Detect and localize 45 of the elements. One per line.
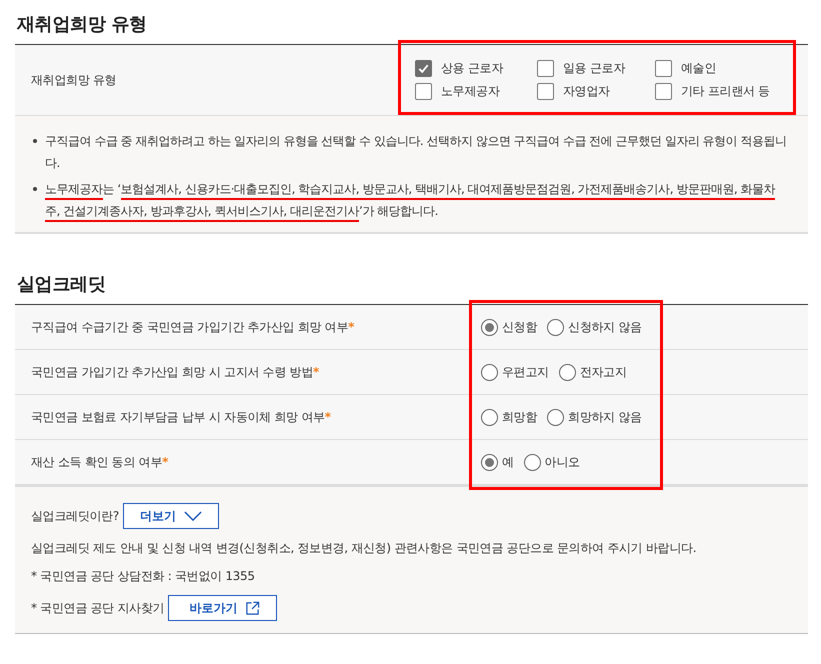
checkbox-icon[interactable]: [655, 60, 672, 77]
info-text: 실업크레딧이란?: [31, 508, 119, 524]
radio-icon[interactable]: [524, 454, 541, 470]
checkbox-option[interactable]: 예술인: [655, 60, 785, 77]
radio-option[interactable]: 전자고지: [558, 364, 627, 380]
radio-icon[interactable]: [481, 408, 498, 426]
radio-icon[interactable]: [547, 318, 564, 336]
checkbox-option[interactable]: 노무제공자: [415, 83, 537, 100]
radio-option[interactable]: 신청함: [481, 318, 538, 336]
checkbox-icon[interactable]: [537, 60, 554, 77]
go-button[interactable]: 바로가기: [168, 595, 278, 621]
radio-icon[interactable]: [481, 364, 498, 380]
checked-checkbox-icon[interactable]: [415, 60, 432, 77]
info-text: * 국민연금 공단 지사찾기: [31, 600, 164, 616]
field-label: 재취업희망 유형: [30, 72, 118, 88]
info-text: * 국민연금 공단 상담전화 : 국번없이 1355: [31, 568, 256, 585]
selected-radio-icon[interactable]: [481, 454, 498, 470]
selected-radio-icon[interactable]: [481, 318, 498, 336]
external-link-icon: [245, 600, 260, 616]
question-label: 재산 소득 확인 동의 여부*: [30, 454, 170, 470]
checkbox-option[interactable]: 상용 근로자: [415, 60, 537, 77]
note-text: 노무제공자는 ‘보험설계사, 신용카드·대출모집인, 학습지교사, 방문교사, 택배기사, 대여제품방문점검원, 가전제품배송기사, 방문판매원, 화물차주, 건설기계종사자, 방과후강사, 퀵서비스기사, 대리운전기사’가 해당합니다.: [45, 178, 788, 222]
bullet-icon: [33, 187, 37, 191]
checkbox-option[interactable]: 일용 근로자: [537, 60, 655, 77]
note-text: 구직급여 수급 중 재취업하려고 하는 일자리의 유형을 선택할 수 있습니다. 선택하지 않으면 구직급여 수급 전에 근무했던 일자리 유형이 적용됩니다.: [45, 133, 788, 172]
radio-icon[interactable]: [558, 364, 576, 380]
question-label: 국민연금 가입기간 추가산입 희망 시 고지서 수령 방법*: [30, 364, 320, 380]
radio-option[interactable]: 우편고지: [481, 364, 549, 380]
radio-icon[interactable]: [547, 408, 564, 426]
radio-option[interactable]: 신청하지 않음: [547, 318, 642, 336]
question-label: 구직급여 수급기간 중 국민연금 가입기간 추가산입 희망 여부*: [30, 318, 356, 336]
radio-option[interactable]: 예: [481, 454, 514, 470]
radio-option[interactable]: 희망함: [481, 408, 538, 426]
checkbox-option[interactable]: 기타 프리랜서 등: [655, 83, 785, 100]
more-button[interactable]: 더보기: [122, 503, 219, 529]
checkbox-icon[interactable]: [537, 83, 554, 100]
checkbox-option[interactable]: 자영업자: [537, 83, 655, 100]
radio-option[interactable]: 희망하지 않음: [547, 408, 642, 426]
chevron-down-icon: [184, 510, 202, 522]
checkbox-icon[interactable]: [655, 83, 672, 100]
checkbox-icon[interactable]: [415, 83, 432, 100]
info-text: 실업크레딧 제도 안내 및 신청 내역 변경(신청취소, 정보변경, 재신청) 관련사항은 국민연금 공단으로 문의하여 주시기 바랍니다.: [31, 540, 698, 557]
bullet-icon: [33, 139, 37, 143]
radio-option[interactable]: 아니오: [524, 454, 580, 470]
question-label: 국민연금 보험료 자기부담금 납부 시 자동이체 희망 여부*: [30, 408, 332, 426]
